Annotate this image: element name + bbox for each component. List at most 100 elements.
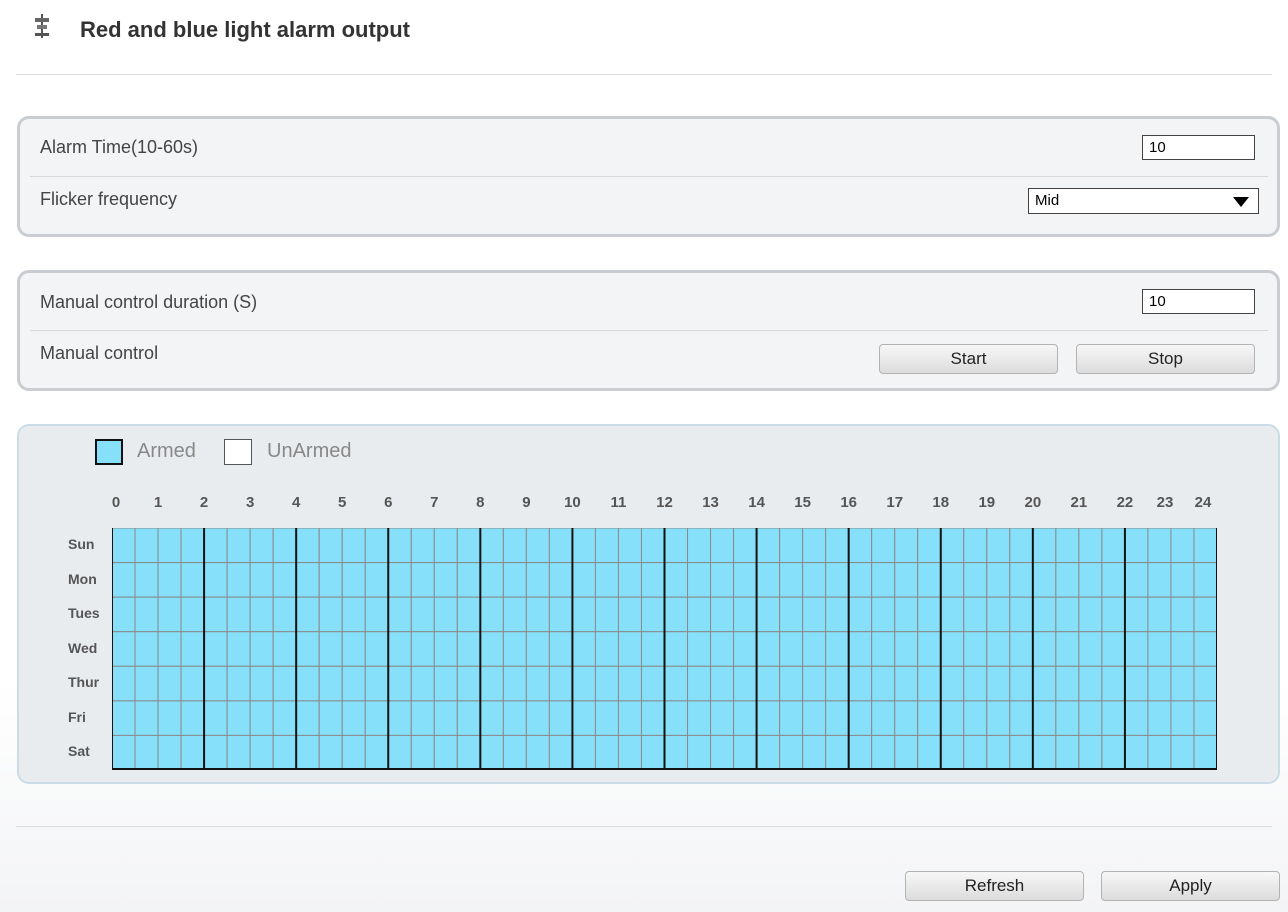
schedule-cell[interactable] <box>687 665 712 702</box>
schedule-cell[interactable] <box>617 528 642 564</box>
schedule-cell[interactable] <box>1055 528 1080 564</box>
schedule-cell[interactable] <box>1101 631 1126 667</box>
schedule-cell[interactable] <box>917 665 942 702</box>
schedule-grid[interactable] <box>112 528 1217 770</box>
schedule-cell[interactable] <box>848 665 873 702</box>
schedule-cell[interactable] <box>387 631 412 667</box>
schedule-cell[interactable] <box>664 631 689 667</box>
schedule-cell[interactable] <box>733 562 758 598</box>
schedule-cell[interactable] <box>112 700 136 736</box>
schedule-cell[interactable] <box>617 665 642 702</box>
schedule-cell[interactable] <box>1078 596 1103 633</box>
schedule-cell[interactable] <box>548 665 573 702</box>
schedule-cell[interactable] <box>295 700 320 736</box>
unarmed-legend-swatch[interactable] <box>224 439 252 465</box>
schedule-cell[interactable] <box>825 631 850 667</box>
schedule-cell[interactable] <box>940 562 965 598</box>
schedule-cell[interactable] <box>1147 734 1172 770</box>
armed-legend-swatch[interactable] <box>95 439 123 465</box>
schedule-cell[interactable] <box>802 562 827 598</box>
schedule-cell[interactable] <box>157 596 182 633</box>
schedule-cell[interactable] <box>594 562 619 598</box>
schedule-cell[interactable] <box>594 734 619 770</box>
schedule-cell[interactable] <box>1170 700 1195 736</box>
schedule-cell[interactable] <box>1147 528 1172 564</box>
schedule-cell[interactable] <box>1078 665 1103 702</box>
schedule-cell[interactable] <box>226 596 251 633</box>
schedule-cell[interactable] <box>1101 596 1126 633</box>
schedule-cell[interactable] <box>710 562 735 598</box>
schedule-cell[interactable] <box>940 700 965 736</box>
schedule-cell[interactable] <box>640 562 666 598</box>
schedule-cell[interactable] <box>871 528 896 564</box>
schedule-cell[interactable] <box>433 700 458 736</box>
schedule-cell[interactable] <box>157 700 182 736</box>
schedule-cell[interactable] <box>456 631 481 667</box>
schedule-cell[interactable] <box>1009 734 1034 770</box>
schedule-cell[interactable] <box>249 700 274 736</box>
schedule-cell[interactable] <box>710 700 735 736</box>
schedule-cell[interactable] <box>157 665 182 702</box>
schedule-cell[interactable] <box>917 734 942 770</box>
schedule-cell[interactable] <box>733 665 758 702</box>
schedule-cell[interactable] <box>318 665 343 702</box>
schedule-cell[interactable] <box>548 562 573 598</box>
schedule-cell[interactable] <box>1009 631 1034 667</box>
schedule-cell[interactable] <box>112 734 136 770</box>
schedule-cell[interactable] <box>410 631 435 667</box>
schedule-cell[interactable] <box>871 631 896 667</box>
schedule-cell[interactable] <box>479 631 504 667</box>
schedule-cell[interactable] <box>180 700 205 736</box>
schedule-cell[interactable] <box>180 665 205 702</box>
schedule-cell[interactable] <box>802 631 827 667</box>
schedule-cell[interactable] <box>341 596 366 633</box>
schedule-cell[interactable] <box>226 528 251 564</box>
schedule-cell[interactable] <box>226 631 251 667</box>
schedule-cell[interactable] <box>272 700 297 736</box>
schedule-cell[interactable] <box>272 528 297 564</box>
schedule-cell[interactable] <box>871 562 896 598</box>
schedule-cell[interactable] <box>1124 596 1149 633</box>
schedule-cell[interactable] <box>203 528 228 564</box>
schedule-cell[interactable] <box>1193 665 1217 702</box>
schedule-cell[interactable] <box>479 700 504 736</box>
schedule-cell[interactable] <box>318 562 343 598</box>
schedule-cell[interactable] <box>779 528 804 564</box>
schedule-cell[interactable] <box>1124 631 1149 667</box>
schedule-cell[interactable] <box>364 734 389 770</box>
schedule-cell[interactable] <box>664 700 689 736</box>
schedule-cell[interactable] <box>180 528 205 564</box>
schedule-cell[interactable] <box>387 528 412 564</box>
schedule-cell[interactable] <box>525 528 550 564</box>
schedule-cell[interactable] <box>664 528 689 564</box>
schedule-cell[interactable] <box>1147 700 1172 736</box>
schedule-cell[interactable] <box>479 665 504 702</box>
schedule-cell[interactable] <box>1055 562 1080 598</box>
schedule-cell[interactable] <box>963 700 988 736</box>
schedule-cell[interactable] <box>525 734 550 770</box>
schedule-cell[interactable] <box>525 596 550 633</box>
schedule-cell[interactable] <box>364 700 389 736</box>
schedule-cell[interactable] <box>894 700 919 736</box>
schedule-cell[interactable] <box>341 631 366 667</box>
schedule-cell[interactable] <box>1124 562 1149 598</box>
alarm-time-input[interactable] <box>1142 135 1255 160</box>
schedule-cell[interactable] <box>203 596 228 633</box>
schedule-cell[interactable] <box>456 528 481 564</box>
schedule-cell[interactable] <box>180 562 205 598</box>
schedule-cell[interactable] <box>894 562 919 598</box>
schedule-cell[interactable] <box>456 596 481 633</box>
schedule-cell[interactable] <box>341 700 366 736</box>
schedule-cell[interactable] <box>112 562 136 598</box>
schedule-cell[interactable] <box>1032 700 1057 736</box>
schedule-cell[interactable] <box>640 528 666 564</box>
schedule-cell[interactable] <box>617 734 642 770</box>
schedule-cell[interactable] <box>571 665 596 702</box>
schedule-cell[interactable] <box>502 562 527 598</box>
schedule-cell[interactable] <box>1032 528 1057 564</box>
schedule-cell[interactable] <box>986 665 1011 702</box>
schedule-cell[interactable] <box>594 596 619 633</box>
schedule-cell[interactable] <box>1078 528 1103 564</box>
schedule-cell[interactable] <box>1055 734 1080 770</box>
schedule-cell[interactable] <box>640 734 666 770</box>
